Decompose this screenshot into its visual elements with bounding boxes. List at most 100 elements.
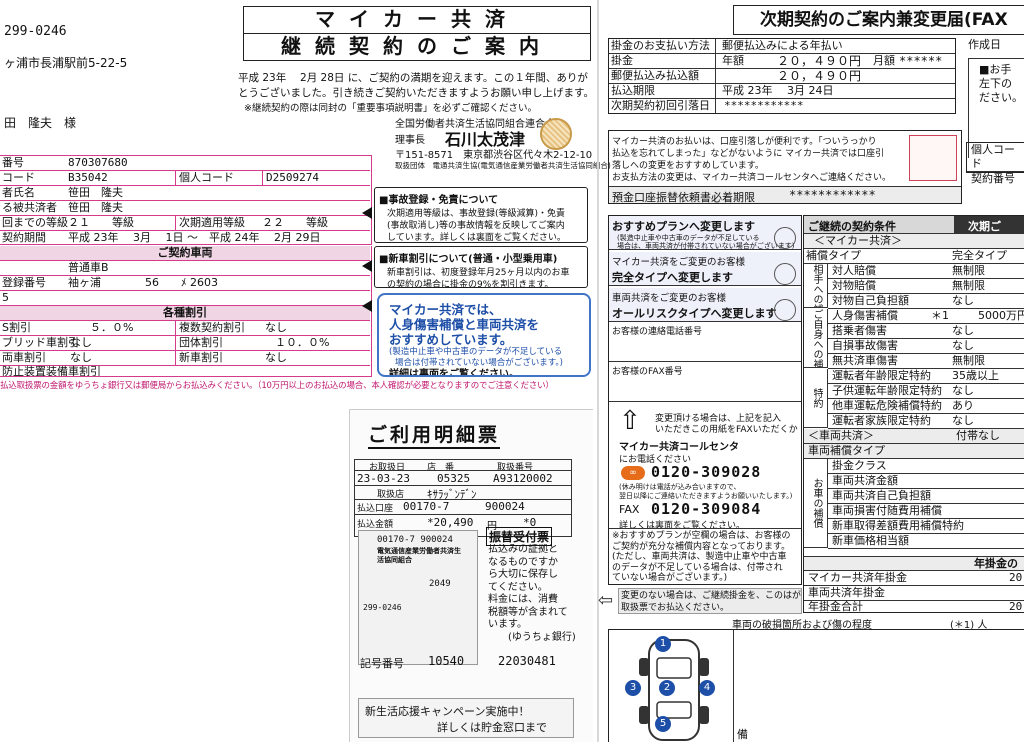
side-label-jibun: ご自身への補償 bbox=[804, 309, 828, 368]
full-type-checkbox[interactable] bbox=[774, 263, 796, 285]
freedial-number[interactable]: 0120-309028 bbox=[651, 463, 761, 481]
promo-box: マイカー共済では、 人身傷害補償と車両共済を おすすめしています。 (製造中止車… bbox=[377, 293, 591, 377]
table-row: 掛金クラス bbox=[828, 459, 1024, 474]
table-row: 両車割引 なし 新車割引 なし bbox=[0, 351, 370, 366]
receipt-title: ご利用明細票 bbox=[368, 420, 501, 449]
table-row: 年掛金合計 20 bbox=[808, 600, 1023, 613]
vehicle-header: ご契約車両 bbox=[0, 246, 370, 261]
accident-info-box: ■事故登録・免責について 次期適用等級は、事故登録(等級減算)・免責 (事故取消… bbox=[374, 187, 588, 243]
table-row: 対物賠償 無制限 bbox=[828, 279, 1024, 294]
arrow-up-icon: ⇧ bbox=[619, 408, 641, 434]
marker-1-icon: 1 bbox=[655, 636, 671, 652]
table-row: 運転者家族限定特約 なし bbox=[828, 414, 1024, 429]
table-row: 車両損害付随費用補償 bbox=[828, 504, 1024, 519]
table-row: 登録番号 袖ヶ浦 56 ﾒ 2603 bbox=[0, 276, 370, 291]
title-renewal: 継続契約のご案内 bbox=[243, 33, 591, 61]
chair-label: 理事長 bbox=[395, 135, 425, 146]
table-row: ＜マイカー共済＞ bbox=[804, 234, 1024, 249]
table-row: 車両共済金額 bbox=[828, 474, 1024, 489]
side-label-sharyo: お車の補償 bbox=[804, 459, 828, 548]
discount-header: 各種割引 bbox=[0, 306, 370, 321]
table-row: ＜車両共済＞ 付帯なし bbox=[804, 429, 1024, 444]
table-row: 補償タイプ 完全タイプ bbox=[804, 249, 1024, 264]
damage-diagram-box: 1 2 3 4 5 備 bbox=[608, 629, 1024, 742]
remarks-label: 備 bbox=[737, 728, 748, 741]
table-row: 払込期限 平成 23年 3月 24日 bbox=[609, 84, 955, 99]
stamp-slip: 00170-7 900024 電気通信産業労働者共済生活協同組合 2049 29… bbox=[358, 530, 478, 665]
table-row: 車両共済自己負担額 bbox=[828, 489, 1024, 504]
table-row: 新車価格相当額 bbox=[828, 534, 1024, 549]
table-row: 他車運転危険補償特約 あり bbox=[828, 399, 1024, 414]
plan-checkbox[interactable] bbox=[774, 227, 796, 249]
table-row: 5 bbox=[0, 291, 370, 306]
table-row: 年掛金の bbox=[804, 556, 1024, 571]
arrow-left-icon bbox=[362, 207, 372, 219]
table-row: 新車取得差額費用補償特約 bbox=[828, 519, 1024, 534]
marker-2-icon: 2 bbox=[659, 680, 675, 696]
table-row: ブリッド車割引 なし 団体割引 １０．０% bbox=[0, 336, 370, 351]
table-row: 対人賠償 無制限 bbox=[828, 264, 1024, 279]
table-row: 契約期間 平成 23年 3月 1日 ～ 平成 24年 2月 29日 bbox=[2, 231, 321, 244]
table-row: 掛金 年額 ２０，４９０円 月額 ****** bbox=[609, 54, 955, 69]
table-row: 掛金のお支払い方法 郵便払込みによる年払い bbox=[609, 39, 955, 54]
freedial-icon: ∞ bbox=[621, 466, 645, 480]
intro-line-1: 平成 23年 2月 28日 に、ご契約の満期を迎えます。この１年間、ありが bbox=[238, 72, 588, 84]
arrow-left-icon bbox=[362, 300, 372, 312]
table-row: 車両補償タイプ bbox=[804, 444, 1024, 459]
table-row: マイカー共済年掛金 20 bbox=[804, 571, 1024, 586]
arrow-left-icon bbox=[362, 260, 372, 272]
fax-number[interactable]: 0120-309084 bbox=[651, 500, 761, 518]
table-row: 防止装置装備車割引 bbox=[2, 365, 101, 377]
allrisk-checkbox[interactable] bbox=[774, 299, 796, 321]
conditions-table: ご継続の契約条件 次期ご ＜マイカー共済＞ 補償タイプ 完全タイプ 相手への補償 … bbox=[803, 215, 1024, 613]
payment-footer-note: 払込取扱票の金額をゆうちょ銀行又は郵便局からお払込みください。（10万円以上のお… bbox=[0, 381, 554, 391]
vehicle-table: ご契約車両 普通車B 登録番号 袖ヶ浦 56 ﾒ 2603 5 各種割引 S割引 ５… bbox=[0, 246, 372, 377]
center-fold-line bbox=[597, 0, 599, 742]
table-row: 無共済車傷害 無制限 bbox=[828, 354, 1024, 369]
marker-3-icon: 3 bbox=[625, 680, 641, 696]
table-row: 人身傷害補償 ＊1 5000万円 bbox=[828, 309, 1024, 324]
table-row: る被共済者 笹田 隆夫 bbox=[0, 201, 370, 216]
fax-title: 次期契約のご案内兼変更届(FAX bbox=[733, 5, 1024, 35]
marker-4-icon: 4 bbox=[699, 680, 715, 696]
bank-form-thumbnail bbox=[909, 135, 957, 181]
table-row: 次期契約初回引落日 ************ bbox=[609, 99, 955, 114]
marker-5-icon: 5 bbox=[655, 716, 671, 732]
contract-info-table: 番号 870307680 コード B35042 個人コード D2509274 者氏名 笹田… bbox=[0, 155, 372, 245]
no-change-note: 変更のない場合は、ご継続掛金を、このはがきの払取扱票でお払込ください。 bbox=[618, 588, 802, 614]
table-row: 搭乗者傷害 なし bbox=[828, 324, 1024, 339]
title-mycar: マイカー共済 bbox=[243, 6, 591, 34]
plan-form: おすすめプランへ変更します (製造中止車や中古車のデータが不足している 場合は、… bbox=[608, 215, 802, 585]
table-row: 普通車B bbox=[0, 261, 370, 276]
table-row: 対物自己負担額 なし bbox=[828, 294, 1024, 309]
reg-number: 10540 bbox=[428, 654, 465, 668]
reg-label: 記号番号 bbox=[360, 657, 404, 670]
side-label-tokuyaku: 特約 bbox=[804, 369, 828, 428]
receipt-table: お取扱日店 番取扱番号 23-03-23 05325 A93120002 取扱店… bbox=[354, 459, 572, 537]
intro-line-3: ※継続契約の際は同封の「重要事項説明書」を必ずご確認ください。 bbox=[244, 103, 537, 114]
postal-code: 299-0246 bbox=[4, 24, 67, 39]
address: ヶ浦市長浦駅前5-22-5 bbox=[4, 56, 128, 70]
side-code-box: 個人コード 契約番号 bbox=[966, 142, 1024, 185]
campaign-box: 新生活応援キャンペーン実施中！ 詳しくは貯金窓口まで bbox=[358, 698, 574, 738]
table-row: 番号 870307680 bbox=[0, 156, 370, 171]
payment-summary: 掛金のお支払い方法 郵便払込みによる年払い 掛金 年額 ２０，４９０円 月額 ******… bbox=[608, 38, 956, 114]
agency-name: 取扱団体 電通共済生協(電気通信産業労働者共済生活協同組合) bbox=[395, 161, 611, 170]
intro-line-2: とうございました。引き続きご契約いただきますようお願い申し上げます。 bbox=[238, 87, 594, 99]
table-row: 自損事故傷害 なし bbox=[828, 339, 1024, 354]
table-row: 子供運転年齢限定特約 なし bbox=[828, 384, 1024, 399]
receipt-area: ご利用明細票 お取扱日店 番取扱番号 23-03-23 05325 A93120… bbox=[349, 409, 593, 742]
bank-transfer-box: マイカー共済のお払いは、口座引落しが便利です。「ついうっかり 払込を忘れてしまっ… bbox=[608, 130, 962, 204]
table-row: 車両共済年掛金 bbox=[804, 586, 1024, 601]
table-row: 運転者年齢限定特約 35歳以上 bbox=[828, 369, 1024, 384]
stamp-text: 払込みの証拠と なるものですか ら大切に保存し てください。 料金には、消費 税額等が含ま… bbox=[488, 544, 576, 643]
table-row: コード B35042 個人コード D2509274 bbox=[0, 171, 370, 186]
table-row: S割引 ５．０% 複数契約割引 なし bbox=[0, 321, 370, 336]
table-row: 者氏名 笹田 隆夫 bbox=[0, 186, 370, 201]
arrow-left-icon: ⇦ bbox=[598, 592, 614, 610]
table-row: 郵便払込み払込額 ２０，４９０円 bbox=[609, 69, 955, 84]
table-row: 回までの等級 ２１ 等級 次期適用等級 ２２ 等級 bbox=[0, 216, 370, 231]
side-label-aite: 相手への補償 bbox=[804, 264, 828, 308]
reg-number-2: 22030481 bbox=[498, 654, 556, 668]
org-address: 〒151-8571 東京都渋谷区代々木2-12-10 bbox=[395, 150, 593, 161]
